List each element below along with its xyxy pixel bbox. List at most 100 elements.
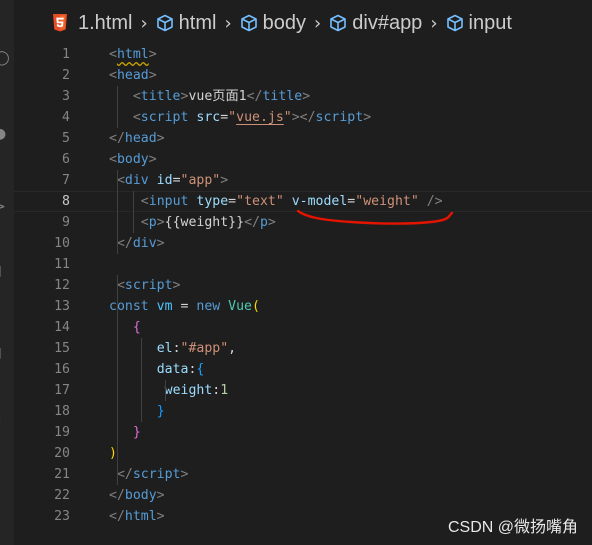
search-icon[interactable]: ● xyxy=(0,126,10,142)
code-token: = xyxy=(228,194,237,209)
line-number: 10 xyxy=(54,236,70,251)
code-line[interactable]: 13 const vm = new Vue( xyxy=(14,296,592,317)
line-number: 17 xyxy=(54,383,70,398)
code-token: vue页面1 xyxy=(188,89,247,104)
code-token: script xyxy=(132,467,181,482)
line-number: 16 xyxy=(54,362,70,377)
code-token: src xyxy=(196,110,221,125)
code-line[interactable]: 7 <div id="app"> xyxy=(14,170,592,191)
activity-bar: ◯ ● > ▯ ▮ ◖ xyxy=(0,0,14,545)
line-code: data:{ xyxy=(157,359,205,380)
explorer-icon[interactable]: ◯ xyxy=(0,50,10,66)
chevron-right-icon: › xyxy=(224,12,232,34)
code-token: < xyxy=(132,110,141,125)
line-number: 12 xyxy=(54,278,70,293)
breadcrumb-item-div-app[interactable]: div#app xyxy=(329,12,422,35)
code-token: 1 xyxy=(220,383,229,398)
code-line[interactable]: 21 </script> xyxy=(14,464,592,485)
line-code: <head> xyxy=(109,65,157,86)
code-line[interactable]: 17 weight:1 xyxy=(14,380,592,401)
code-line[interactable]: 6 <body> xyxy=(14,149,592,170)
code-line[interactable]: 18} xyxy=(14,401,592,422)
code-line[interactable]: 5 </head> xyxy=(14,128,592,149)
code-line[interactable]: 15 el:"#app", xyxy=(14,338,592,359)
line-number: 1 xyxy=(62,47,70,62)
chevron-right-icon: › xyxy=(140,12,148,34)
code-line[interactable]: 14 { xyxy=(14,317,592,338)
code-line[interactable]: 4 <script src="vue.js"></script> xyxy=(14,107,592,128)
code-token: > xyxy=(220,173,229,188)
line-code: </head> xyxy=(109,128,165,149)
code-token: < xyxy=(116,173,125,188)
code-token: ></ xyxy=(291,110,316,125)
code-token: div xyxy=(132,236,157,251)
testing-icon[interactable]: ◖ xyxy=(0,412,10,428)
breadcrumb-item-input[interactable]: input xyxy=(446,12,512,35)
code-token: vm xyxy=(156,299,173,314)
code-token: > xyxy=(302,89,311,104)
breadcrumb-item-body[interactable]: body xyxy=(240,12,306,35)
indent-guide xyxy=(116,275,118,485)
line-number: 6 xyxy=(62,152,70,167)
code-line[interactable]: 3 <title>vue页面1</title> xyxy=(14,86,592,107)
code-token: </ xyxy=(246,89,263,104)
code-token: = xyxy=(172,173,181,188)
cube-icon xyxy=(446,14,463,32)
extensions-icon[interactable]: ▮ xyxy=(0,345,10,361)
code-token: Vue xyxy=(228,299,252,314)
code-token: data xyxy=(156,362,189,377)
line-number: 9 xyxy=(62,215,70,230)
breadcrumb-label: div#app xyxy=(352,11,423,34)
code-token: "app" xyxy=(180,173,221,188)
chevron-right-icon: › xyxy=(430,12,438,34)
code-token: " xyxy=(283,110,292,125)
code-line[interactable]: 10 </div> xyxy=(14,233,592,254)
code-token: " xyxy=(228,110,237,125)
run-debug-icon[interactable]: ▯ xyxy=(0,263,10,279)
code-line[interactable]: 20) xyxy=(14,443,592,464)
cube-icon xyxy=(330,14,347,32)
code-token: title xyxy=(262,89,303,104)
code-editor[interactable]: 1 <html> 2 <head> 3 <title>vue页面1</title> 4 <sc… xyxy=(14,44,592,545)
breadcrumb-label: input xyxy=(468,11,512,34)
line-code: </body> xyxy=(109,485,165,506)
code-line[interactable]: 22 </body> xyxy=(14,485,592,506)
code-token: > xyxy=(172,278,181,293)
code-line[interactable]: 19} xyxy=(14,422,592,443)
line-number: 5 xyxy=(62,131,70,146)
code-line[interactable]: 12 <script> xyxy=(14,275,592,296)
code-token: > xyxy=(156,236,165,251)
line-number: 23 xyxy=(54,509,70,524)
code-token: </ xyxy=(109,488,125,503)
breadcrumb-file[interactable]: 1.html xyxy=(52,12,132,35)
source-control-icon[interactable]: > xyxy=(0,199,10,215)
code-token: id xyxy=(156,173,173,188)
code-line[interactable]: 16 data:{ xyxy=(14,359,592,380)
code-line[interactable]: 1 <html> xyxy=(14,44,592,65)
line-number: 21 xyxy=(54,467,70,482)
breadcrumb-file-label: 1.html xyxy=(78,11,133,34)
line-number: 19 xyxy=(54,425,70,440)
code-token: < xyxy=(140,215,149,230)
code-token: < xyxy=(109,68,117,83)
line-code: const vm = new Vue( xyxy=(109,296,260,317)
code-token: div xyxy=(124,173,149,188)
line-code: <title>vue页面1</title> xyxy=(133,86,310,107)
code-token: body xyxy=(116,152,149,167)
code-token: } xyxy=(132,425,141,440)
red-underline-annotation xyxy=(296,209,454,225)
code-token: < xyxy=(109,152,117,167)
code-line[interactable]: 11 xyxy=(14,254,592,275)
code-token: "#app" xyxy=(180,341,229,356)
code-token: = xyxy=(220,110,229,125)
breadcrumb-item-html[interactable]: html xyxy=(156,12,216,35)
line-code: <div id="app"> xyxy=(117,170,228,191)
line-number: 15 xyxy=(54,341,70,356)
line-code: weight:1 xyxy=(165,380,229,401)
line-number: 14 xyxy=(54,320,70,335)
code-line[interactable]: 2 <head> xyxy=(14,65,592,86)
code-token: > xyxy=(148,152,157,167)
